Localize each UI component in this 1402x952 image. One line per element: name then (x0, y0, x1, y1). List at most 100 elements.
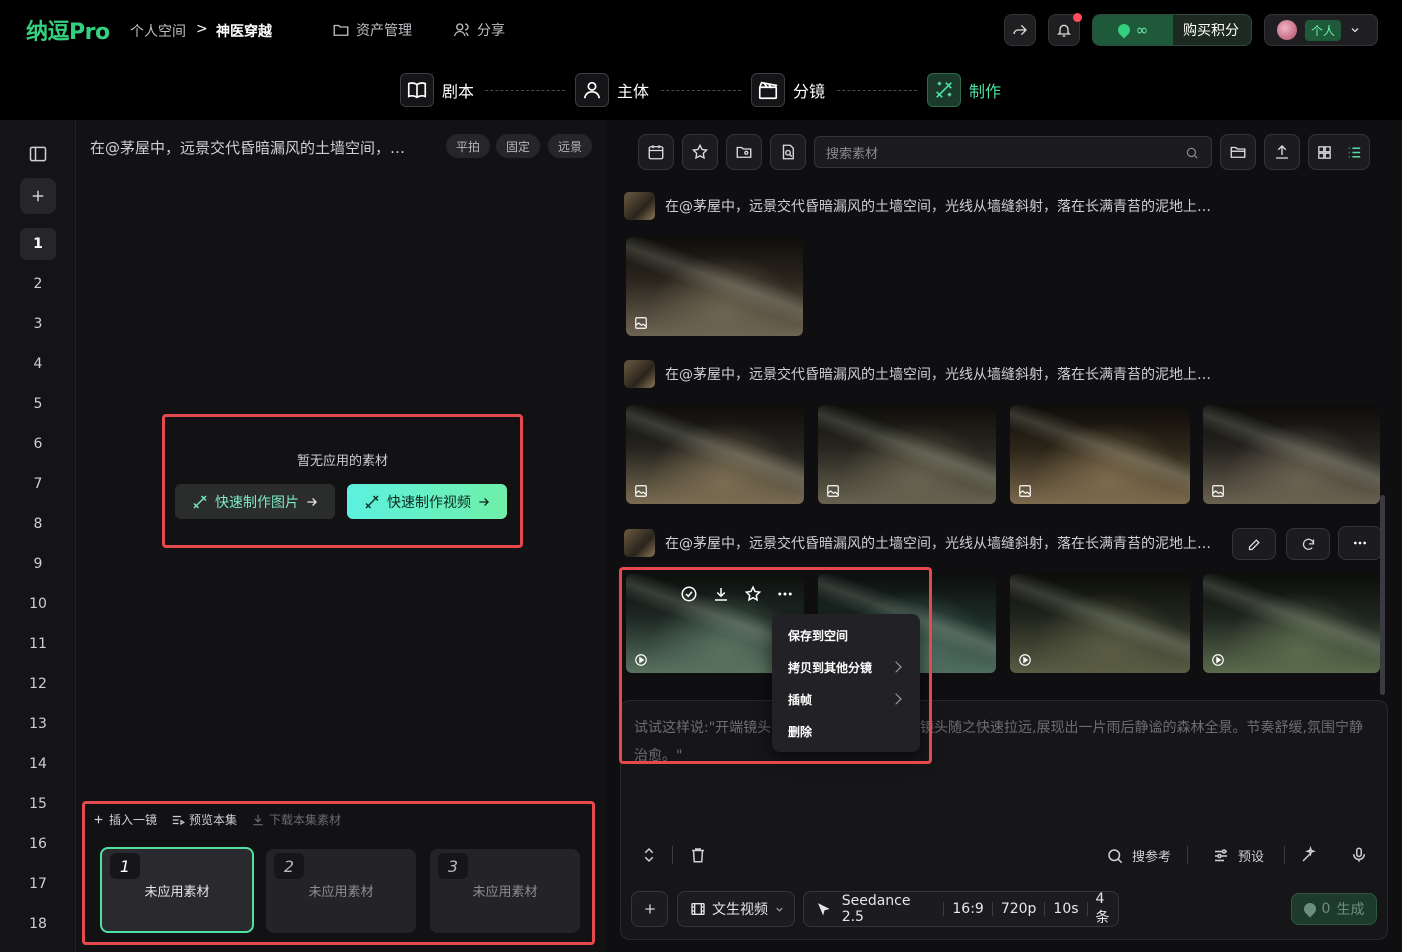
tag-angle[interactable]: 平拍 (446, 134, 491, 158)
regenerate-button[interactable] (1286, 528, 1330, 560)
shot-item[interactable]: 10 (20, 588, 56, 620)
add-shot-button[interactable] (20, 178, 56, 214)
search-file-button[interactable] (770, 134, 806, 170)
shot-item[interactable]: 4 (20, 348, 56, 380)
episode-card[interactable]: 3 未应用素材 (430, 849, 580, 933)
shot-prompt[interactable]: 在@茅屋中，远景交代昏暗漏风的土墙空间，… (90, 137, 435, 158)
image-icon (635, 317, 647, 329)
generation-prompt-row[interactable]: 在@茅屋中，远景交代昏暗漏风的土墙空间，光线从墙缝斜射，落在长满青苔的泥地上… (624, 528, 1211, 558)
list-view-icon[interactable] (1346, 144, 1363, 161)
edit-prompt-button[interactable] (1232, 528, 1276, 560)
download-episode-button[interactable]: 下载本集素材 (251, 811, 341, 828)
credits-box[interactable]: ∞ 购买积分 (1092, 14, 1252, 46)
calendar-icon (648, 145, 664, 160)
generate-cost: 0 (1321, 901, 1331, 917)
enhance-button[interactable] (1300, 846, 1318, 864)
shot-item[interactable]: 9 (20, 548, 56, 580)
breadcrumb-project[interactable]: 神医穿越 (216, 21, 272, 41)
top-bar: 纳逗Pro 个人空间 > 神医穿越 资产管理 分享 ∞ 购买积分 个人 剧本 主… (0, 0, 1402, 120)
search-input[interactable]: 搜索素材 (814, 136, 1212, 168)
scrollbar-thumb[interactable] (1380, 495, 1385, 695)
shot-item[interactable]: 14 (20, 748, 56, 780)
chevron-down-icon (1351, 28, 1359, 33)
generated-image-thumbnail[interactable] (626, 237, 803, 336)
view-toggle[interactable] (1308, 134, 1370, 170)
shot-item[interactable]: 1 (20, 228, 56, 260)
generate-button[interactable]: 0 生成 (1291, 893, 1377, 925)
toggle-sidebar-button[interactable] (28, 144, 48, 164)
nav-assets[interactable]: 资产管理 (332, 18, 412, 42)
notifications-button[interactable] (1048, 13, 1082, 46)
shot-item[interactable]: 5 (20, 388, 56, 420)
generation-settings[interactable]: Seedance 2.5 16:9 720p 10s 4条 (803, 891, 1119, 927)
mode-select[interactable]: 文生视频 (677, 891, 795, 927)
tag-distance[interactable]: 远景 (548, 134, 593, 158)
tag-movement[interactable]: 固定 (496, 134, 541, 158)
search-reference-button[interactable]: 搜参考 (1106, 846, 1171, 865)
upload-button[interactable] (1264, 134, 1300, 170)
arrow-right-icon (479, 497, 489, 506)
step-subject[interactable]: 主体 (575, 72, 649, 108)
account-menu[interactable]: 个人 (1264, 14, 1378, 46)
open-folder-button[interactable] (1220, 134, 1256, 170)
generated-video-thumbnail[interactable] (1203, 574, 1380, 673)
voice-input-button[interactable] (1350, 846, 1368, 864)
card-label: 未应用素材 (472, 885, 538, 900)
shot-item[interactable]: 7 (20, 468, 56, 500)
preview-episode-label: 预览本集 (189, 813, 238, 827)
grid-view-icon[interactable] (1316, 144, 1333, 161)
step-storyboard[interactable]: 分镜 (751, 72, 825, 108)
preview-episode-button[interactable]: 预览本集 (171, 811, 237, 828)
magic-icon (936, 81, 952, 98)
generated-image-thumbnail[interactable] (1010, 405, 1190, 504)
favorites-filter-button[interactable] (682, 134, 718, 170)
generated-video-thumbnail[interactable] (1010, 574, 1190, 673)
playlist-icon (172, 815, 185, 825)
breadcrumb-space[interactable]: 个人空间 (130, 21, 186, 41)
episode-card[interactable]: 1 未应用素材 (100, 847, 254, 933)
episode-card[interactable]: 2 未应用素材 (266, 849, 416, 933)
quick-video-button[interactable]: 快速制作视频 (347, 484, 507, 519)
shot-item[interactable]: 6 (20, 428, 56, 460)
generated-image-thumbnail[interactable] (626, 405, 804, 504)
shot-item[interactable]: 11 (20, 628, 56, 660)
shot-item[interactable]: 15 (20, 788, 56, 820)
more-actions-button[interactable] (1338, 526, 1382, 560)
step-divider (485, 90, 565, 91)
shot-item[interactable]: 2 (20, 268, 56, 300)
divider (1187, 846, 1188, 864)
expand-button[interactable] (640, 846, 658, 864)
shot-item[interactable]: 12 (20, 668, 56, 700)
generation-prompt-row[interactable]: 在@茅屋中，远景交代昏暗漏风的土墙空间，光线从墙缝斜射，落在长满青苔的泥地上… (624, 191, 1211, 221)
quick-image-button[interactable]: 快速制作图片 (175, 484, 335, 519)
play-icon (1212, 654, 1224, 666)
insert-shot-button[interactable]: 插入一镜 (92, 811, 157, 828)
edit-icon (1248, 538, 1260, 550)
preset-button[interactable]: 预设 (1212, 846, 1264, 865)
add-attachment-button[interactable] (631, 891, 668, 927)
buy-credits-button[interactable]: 购买积分 (1183, 20, 1239, 40)
forward-button[interactable] (1004, 14, 1036, 46)
subject-folder-button[interactable] (726, 134, 762, 170)
generation-prompt-row[interactable]: 在@茅屋中，远景交代昏暗漏风的土墙空间，光线从墙缝斜射，落在长满青苔的泥地上… (624, 359, 1211, 389)
generated-image-thumbnail[interactable] (1203, 405, 1380, 504)
shot-item[interactable]: 16 (20, 828, 56, 860)
step-production[interactable]: 制作 (927, 72, 1001, 108)
step-script[interactable]: 剧本 (400, 72, 474, 108)
card-number: 1 (110, 853, 140, 879)
sliders-icon (1215, 848, 1227, 861)
avatar (1277, 20, 1297, 40)
trash-icon (692, 848, 704, 863)
calendar-button[interactable] (638, 134, 674, 170)
shot-item[interactable]: 3 (20, 308, 56, 340)
nav-share[interactable]: 分享 (453, 18, 505, 42)
shot-item[interactable]: 13 (20, 708, 56, 740)
app-logo[interactable]: 纳逗Pro (26, 14, 110, 46)
generated-image-thumbnail[interactable] (818, 405, 996, 504)
clear-button[interactable] (689, 846, 707, 864)
generation-prompt: 在@茅屋中，远景交代昏暗漏风的土墙空间，光线从墙缝斜射，落在长满青苔的泥地上… (665, 199, 1211, 215)
shot-item[interactable]: 18 (20, 908, 56, 940)
quick-video-label: 快速制作视频 (387, 494, 471, 511)
shot-item[interactable]: 8 (20, 508, 56, 540)
shot-item[interactable]: 17 (20, 868, 56, 900)
